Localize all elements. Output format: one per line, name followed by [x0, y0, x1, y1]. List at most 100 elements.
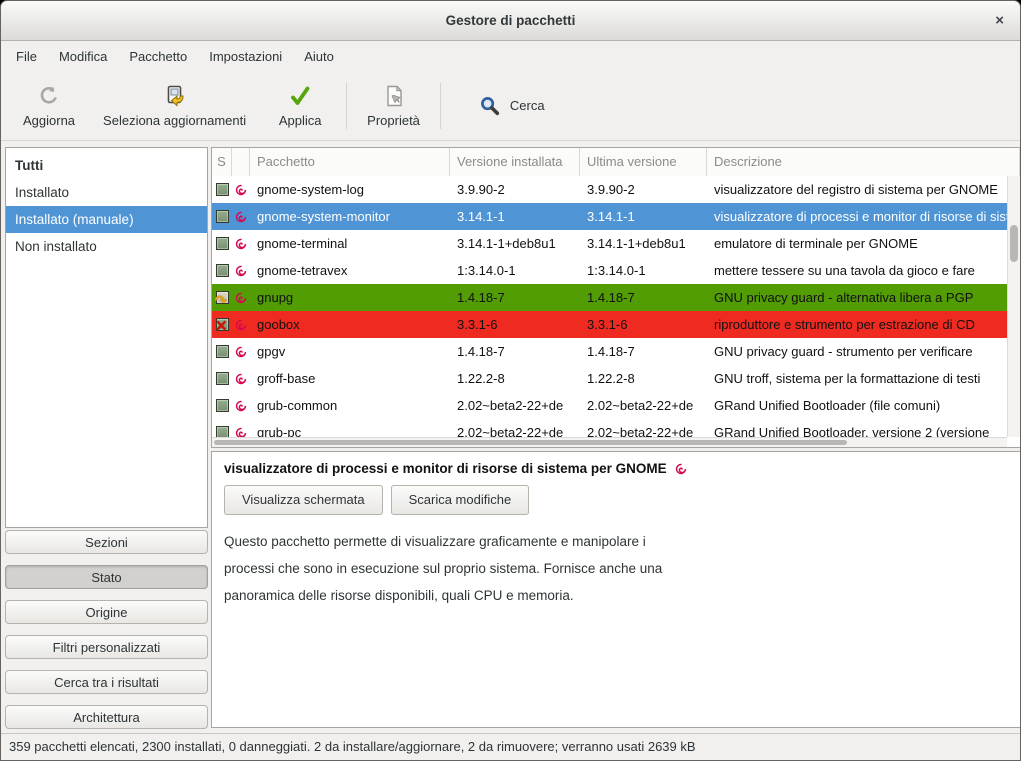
- table-row[interactable]: gnome-tetravex 1:3.14.0-1 1:3.14.0-1 met…: [212, 257, 1020, 284]
- apply-button[interactable]: Applica: [260, 80, 340, 132]
- toolbar-button-label: Proprietà: [367, 113, 420, 128]
- apply-check-icon: [288, 84, 312, 108]
- table-body: gnome-system-log 3.9.90-2 3.9.90-2 visua…: [212, 176, 1020, 446]
- table-vertical-scrollbar[interactable]: [1007, 176, 1020, 437]
- table-row[interactable]: gpgv 1.4.18-7 1.4.18-7 GNU privacy guard…: [212, 338, 1020, 365]
- sidebar-filter-mode-button[interactable]: Filtri personalizzati: [5, 635, 208, 659]
- latest-version: 3.9.90-2: [580, 176, 707, 203]
- filter-list: TuttiInstallatoInstallato (manuale)Non i…: [5, 147, 208, 528]
- table-row[interactable]: gnupg 1.4.18-7 1.4.18-7 GNU privacy guar…: [212, 284, 1020, 311]
- latest-version: 1.4.18-7: [580, 284, 707, 311]
- column-header-origin[interactable]: [232, 148, 250, 176]
- table-row[interactable]: groff-base 1.22.2-8 1.22.2-8 GNU troff, …: [212, 365, 1020, 392]
- sidebar-filter-mode-button[interactable]: Stato: [5, 565, 208, 589]
- column-header-description[interactable]: Descrizione: [707, 148, 1020, 176]
- filter-list-item[interactable]: Tutti: [6, 152, 207, 179]
- package-name: groff-base: [250, 365, 450, 392]
- description-line: processi che sono in esecuzione sul prop…: [224, 555, 1008, 582]
- select-upgrades-button[interactable]: Seleziona aggiornamenti: [89, 80, 260, 132]
- vertical-scrollbar-thumb[interactable]: [1010, 225, 1018, 262]
- status-icon[interactable]: [216, 210, 229, 223]
- sidebar-filter-mode-button[interactable]: Cerca tra i risultati: [5, 670, 208, 694]
- sidebar-filter-mode-button[interactable]: Origine: [5, 600, 208, 624]
- refresh-button[interactable]: Aggiorna: [9, 80, 89, 132]
- get-changelog-button[interactable]: Scarica modifiche: [391, 485, 530, 515]
- menu-item[interactable]: Modifica: [48, 43, 118, 70]
- filter-list-item[interactable]: Installato (manuale): [6, 206, 207, 233]
- table-row[interactable]: gnome-system-log 3.9.90-2 3.9.90-2 visua…: [212, 176, 1020, 203]
- status-icon[interactable]: [216, 237, 229, 250]
- column-header-package[interactable]: Pacchetto: [250, 148, 450, 176]
- latest-version: 3.3.1-6: [580, 311, 707, 338]
- properties-button[interactable]: Proprietà: [353, 80, 434, 132]
- package-description: mettere tessere su una tavola da gioco e…: [707, 257, 1020, 284]
- package-name: gnome-terminal: [250, 230, 450, 257]
- status-icon[interactable]: [216, 345, 229, 358]
- table-row[interactable]: gnome-system-monitor 3.14.1-1 3.14.1-1 v…: [212, 203, 1020, 230]
- package-description: visualizzatore del registro di sistema p…: [707, 176, 1020, 203]
- menu-item[interactable]: Aiuto: [293, 43, 345, 70]
- debian-swirl-icon: [234, 399, 248, 413]
- horizontal-scrollbar-thumb[interactable]: [214, 440, 847, 445]
- table-header: S Pacchetto Versione installata Ultima v…: [212, 148, 1020, 176]
- package-name: grub-common: [250, 392, 450, 419]
- view-screenshot-button[interactable]: Visualizza schermata: [224, 485, 383, 515]
- menu-item[interactable]: Impostazioni: [198, 43, 293, 70]
- status-icon[interactable]: [216, 399, 229, 412]
- details-buttons: Visualizza schermata Scarica modifiche: [224, 485, 1008, 515]
- debian-swirl-icon: [234, 183, 248, 197]
- latest-version: 2.02~beta2-22+de: [580, 392, 707, 419]
- latest-version: 1:3.14.0-1: [580, 257, 707, 284]
- toolbar-button-label: Seleziona aggiornamenti: [103, 113, 246, 128]
- sidebar-filter-mode-button[interactable]: Architettura: [5, 705, 208, 729]
- package-name: gpgv: [250, 338, 450, 365]
- table-row[interactable]: grub-common 2.02~beta2-22+de 2.02~beta2-…: [212, 392, 1020, 419]
- menu-item[interactable]: File: [5, 43, 48, 70]
- toolbar-separator: [346, 83, 347, 129]
- package-details-pane: visualizzatore di processi e monitor di …: [211, 451, 1021, 728]
- filter-list-item[interactable]: Installato: [6, 179, 207, 206]
- installed-version: 3.14.1-1: [450, 203, 580, 230]
- package-description: GNU privacy guard - alternativa libera a…: [707, 284, 1020, 311]
- table-row[interactable]: gnome-terminal 3.14.1-1+deb8u1 3.14.1-1+…: [212, 230, 1020, 257]
- menu-item[interactable]: Pacchetto: [118, 43, 198, 70]
- column-header-installed-version[interactable]: Versione installata: [450, 148, 580, 176]
- status-icon[interactable]: [216, 183, 229, 196]
- debian-swirl-icon: [234, 372, 248, 386]
- installed-version: 1:3.14.0-1: [450, 257, 580, 284]
- description-line: panoramica delle risorse disponibili, qu…: [224, 582, 1008, 609]
- menubar: FileModificaPacchettoImpostazioniAiuto: [1, 41, 1020, 71]
- filter-list-item[interactable]: Non installato: [6, 233, 207, 260]
- package-description: GNU privacy guard - strumento per verifi…: [707, 338, 1020, 365]
- sidebar-filter-mode-button[interactable]: Sezioni: [5, 530, 208, 554]
- description-line: Questo pacchetto permette di visualizzar…: [224, 528, 1008, 555]
- debian-swirl-icon: [234, 264, 248, 278]
- status-icon[interactable]: [216, 291, 229, 304]
- package-name: gnome-system-log: [250, 176, 450, 203]
- debian-swirl-icon: [234, 210, 248, 224]
- table-horizontal-scrollbar[interactable]: [212, 437, 1007, 447]
- debian-swirl-icon: [234, 318, 248, 332]
- latest-version: 1.4.18-7: [580, 338, 707, 365]
- status-icon[interactable]: [216, 264, 229, 277]
- installed-version: 1.22.2-8: [450, 365, 580, 392]
- debian-swirl-icon: [674, 462, 688, 476]
- package-description: GNU troff, sistema per la formattazione …: [707, 365, 1020, 392]
- status-icon[interactable]: [216, 372, 229, 385]
- search-button[interactable]: Cerca: [469, 89, 555, 123]
- column-header-latest-version[interactable]: Ultima versione: [580, 148, 707, 176]
- package-description: GRand Unified Bootloader (file comuni): [707, 392, 1020, 419]
- status-icon[interactable]: [216, 318, 229, 331]
- status-text: 359 pacchetti elencati, 2300 installati,…: [9, 739, 696, 754]
- details-description: Questo pacchetto permette di visualizzar…: [224, 528, 1008, 609]
- titlebar: Gestore di pacchetti ×: [1, 1, 1020, 41]
- search-icon: [479, 95, 501, 117]
- package-name: gnome-system-monitor: [250, 203, 450, 230]
- package-name: gnome-tetravex: [250, 257, 450, 284]
- table-row[interactable]: goobox 3.3.1-6 3.3.1-6 riproduttore e st…: [212, 311, 1020, 338]
- toolbar-button-label: Applica: [279, 113, 322, 128]
- details-title-row: visualizzatore di processi e monitor di …: [224, 461, 1008, 476]
- column-header-status[interactable]: S: [212, 148, 232, 176]
- close-icon[interactable]: ×: [991, 1, 1008, 41]
- installed-version: 2.02~beta2-22+de: [450, 392, 580, 419]
